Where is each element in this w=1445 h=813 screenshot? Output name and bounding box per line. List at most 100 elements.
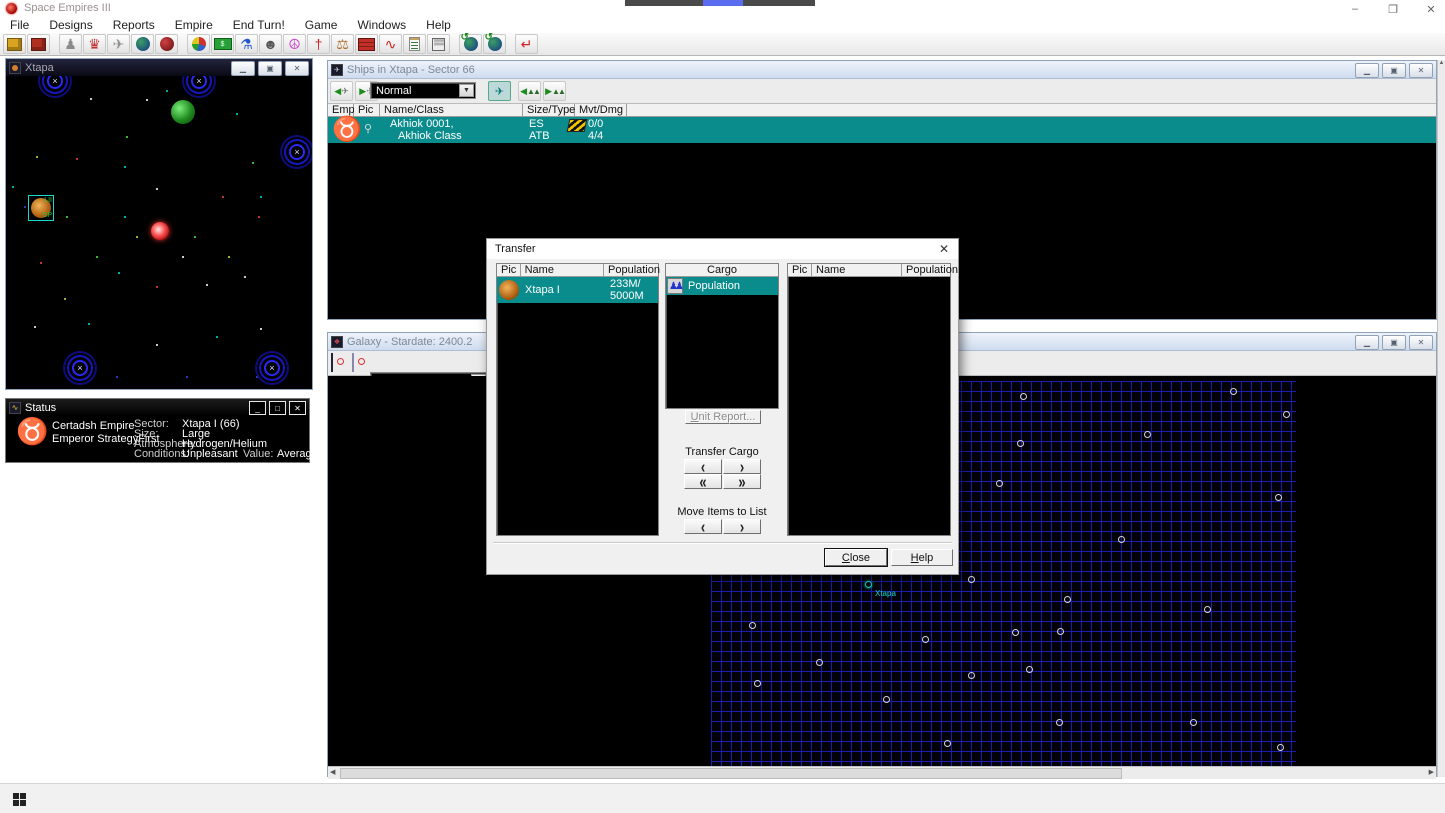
galaxy-maximize-button[interactable]: ▣ bbox=[1382, 335, 1406, 350]
ships-filter-dropdown-arrow[interactable]: ▼ bbox=[459, 84, 474, 97]
star-system-icon[interactable] bbox=[1204, 606, 1211, 613]
green-planet-icon[interactable] bbox=[171, 100, 195, 124]
menu-item-designs[interactable]: Designs bbox=[39, 18, 102, 32]
star-system-icon[interactable] bbox=[1277, 744, 1284, 751]
ships-titlebar[interactable]: ✈ Ships in Xtapa - Sector 66 ▁ ▣ ✕ bbox=[328, 61, 1436, 79]
galaxy-view-grid-2-button[interactable] bbox=[352, 353, 354, 372]
star-system-icon[interactable] bbox=[1064, 596, 1071, 603]
ships-maximize-button[interactable]: ▣ bbox=[1382, 63, 1406, 78]
transfer-source-row[interactable]: Xtapa I 233M/ 5000M bbox=[497, 277, 658, 303]
star-system-icon[interactable] bbox=[1012, 629, 1019, 636]
menu-item-windows[interactable]: Windows bbox=[347, 18, 416, 32]
selected-ship-button[interactable]: ✈ bbox=[488, 81, 511, 101]
status-maximize-button[interactable]: □ bbox=[269, 401, 286, 415]
warp-point-icon[interactable] bbox=[289, 144, 305, 160]
ships-col-Mvt/Dmg[interactable]: Mvt/Dmg bbox=[575, 104, 627, 117]
transfer-cargo-list[interactable]: Cargo ♟♟ Population bbox=[665, 263, 779, 409]
xtapa-minimize-button[interactable]: ▁ bbox=[231, 61, 255, 76]
ships-col-Size/Type[interactable]: Size/Type bbox=[523, 104, 575, 117]
star-system-icon[interactable] bbox=[1275, 494, 1282, 501]
toolbar-button-empire-crown-icon[interactable]: ♛ bbox=[83, 34, 106, 54]
star-system-icon[interactable] bbox=[968, 576, 975, 583]
star-system-icon[interactable] bbox=[754, 680, 761, 687]
star-system-icon[interactable] bbox=[1056, 719, 1063, 726]
col-name[interactable]: Name bbox=[520, 264, 604, 277]
star-system-icon[interactable] bbox=[749, 622, 756, 629]
menu-item-reports[interactable]: Reports bbox=[103, 18, 165, 32]
unit-report-button[interactable]: Unit Report... bbox=[685, 410, 761, 424]
star-system-icon[interactable] bbox=[883, 696, 890, 703]
move-item-left-button[interactable]: ‹ bbox=[684, 516, 722, 537]
xtapa-close-button[interactable]: ✕ bbox=[285, 61, 309, 76]
start-button[interactable] bbox=[13, 793, 26, 806]
main-close-button[interactable]: ✕ bbox=[1421, 3, 1441, 16]
star-system-icon[interactable] bbox=[1020, 393, 1027, 400]
star-system-icon[interactable] bbox=[944, 740, 951, 747]
star-system-icon[interactable] bbox=[1190, 719, 1197, 726]
status-close-button[interactable]: ✕ bbox=[289, 401, 306, 415]
xtapa-system-map[interactable]: LII SP bbox=[6, 76, 312, 389]
galaxy-close-button[interactable]: ✕ bbox=[1409, 335, 1433, 350]
toolbar-button-globe-green-icon[interactable] bbox=[131, 34, 154, 54]
highlighted-system-xtapa[interactable] bbox=[865, 581, 872, 588]
toolbar-button-globe-red-icon[interactable] bbox=[155, 34, 178, 54]
red-star-icon[interactable] bbox=[151, 222, 169, 240]
main-restore-button[interactable]: ❐ bbox=[1383, 3, 1403, 16]
toolbar-button-research-flask-icon[interactable]: ⚗ bbox=[235, 34, 258, 54]
col-name-2[interactable]: Name bbox=[812, 264, 902, 277]
col-pic-2[interactable]: Pic bbox=[788, 264, 812, 277]
status-minimize-button[interactable]: _ bbox=[249, 401, 266, 415]
warp-point-icon[interactable] bbox=[47, 76, 63, 89]
menu-item-help[interactable]: Help bbox=[416, 18, 461, 32]
prev-group-button[interactable]: ◀ ▲▲ bbox=[518, 81, 541, 101]
col-population-2[interactable]: Population bbox=[902, 264, 958, 277]
toolbar-button-turn-globe-2-icon[interactable]: ↺ bbox=[483, 32, 506, 54]
help-button[interactable]: Help bbox=[891, 549, 953, 566]
xtapa-maximize-button[interactable]: ▣ bbox=[258, 61, 282, 76]
selected-planet-box[interactable]: LII SP bbox=[28, 195, 54, 221]
next-group-button[interactable]: ▶ ▲▲ bbox=[543, 81, 566, 101]
ships-col-Name/Class[interactable]: Name/Class bbox=[380, 104, 523, 117]
transfer-source-list[interactable]: Pic Name Population Xtapa I 233M/ 5000M bbox=[496, 263, 660, 536]
star-system-icon[interactable] bbox=[968, 672, 975, 679]
toolbar-button-design-figure-icon[interactable]: ♟ bbox=[59, 34, 82, 54]
prev-ship-button[interactable]: ◀ ✈ bbox=[330, 81, 353, 101]
close-button[interactable]: Close bbox=[824, 548, 888, 567]
scroll-right-arrow[interactable]: ▶ bbox=[1429, 768, 1434, 776]
toolbar-button-fleet-ship-icon[interactable]: ✈ bbox=[107, 34, 130, 54]
ship-row[interactable]: ♉ ⚲ Akhiok 0001, Akhiok Class ES ATB 0/0… bbox=[328, 117, 1436, 143]
star-system-icon[interactable] bbox=[1144, 431, 1151, 438]
star-system-icon[interactable] bbox=[1057, 628, 1064, 635]
menu-item-file[interactable]: File bbox=[0, 18, 39, 32]
right-vscrollbar[interactable]: ▲ bbox=[1437, 60, 1445, 777]
transfer-all-right-button[interactable]: » bbox=[723, 471, 761, 492]
move-item-right-button[interactable]: › bbox=[723, 516, 761, 537]
menu-item-empire[interactable]: Empire bbox=[165, 18, 223, 32]
star-system-icon[interactable] bbox=[1230, 388, 1237, 395]
toolbar-button-intel-spy-icon[interactable]: ☻ bbox=[259, 34, 282, 54]
star-system-icon[interactable] bbox=[922, 636, 929, 643]
toolbar-button-construction-bricks-icon[interactable] bbox=[355, 34, 378, 54]
toolbar-button-cargo-package-yellow-icon[interactable] bbox=[3, 34, 26, 54]
toolbar-button-cargo-package-red-icon[interactable] bbox=[27, 34, 50, 54]
transfer-cargo-row[interactable]: ♟♟ Population bbox=[666, 277, 778, 295]
scroll-left-arrow[interactable]: ◀ bbox=[330, 768, 335, 776]
toolbar-button-pie-chart-icon[interactable] bbox=[187, 34, 210, 54]
star-system-icon[interactable] bbox=[1283, 411, 1290, 418]
scroll-up-arrow[interactable]: ▲ bbox=[1438, 60, 1445, 66]
transfer-all-left-button[interactable]: « bbox=[684, 471, 722, 492]
ships-minimize-button[interactable]: ▁ bbox=[1355, 63, 1379, 78]
star-system-icon[interactable] bbox=[1017, 440, 1024, 447]
warp-point-icon[interactable] bbox=[191, 76, 207, 89]
star-system-icon[interactable] bbox=[996, 480, 1003, 487]
toolbar-button-scales-icon[interactable]: ⚖ bbox=[331, 34, 354, 54]
main-minimize-button[interactable]: – bbox=[1345, 3, 1365, 15]
transfer-titlebar[interactable]: Transfer ✕ bbox=[487, 239, 958, 259]
galaxy-view-grid-button[interactable] bbox=[331, 353, 333, 372]
toolbar-button-news-icon[interactable]: ▒▒▒ bbox=[427, 34, 450, 54]
galaxy-hscrollbar[interactable]: ◀ ▶ bbox=[328, 766, 1436, 779]
menu-item-endturn[interactable]: End Turn! bbox=[223, 18, 295, 32]
col-cargo[interactable]: Cargo bbox=[666, 264, 778, 277]
xtapa-titlebar[interactable]: Xtapa ▁ ▣ ✕ bbox=[6, 59, 312, 76]
warp-point-icon[interactable] bbox=[72, 360, 88, 376]
